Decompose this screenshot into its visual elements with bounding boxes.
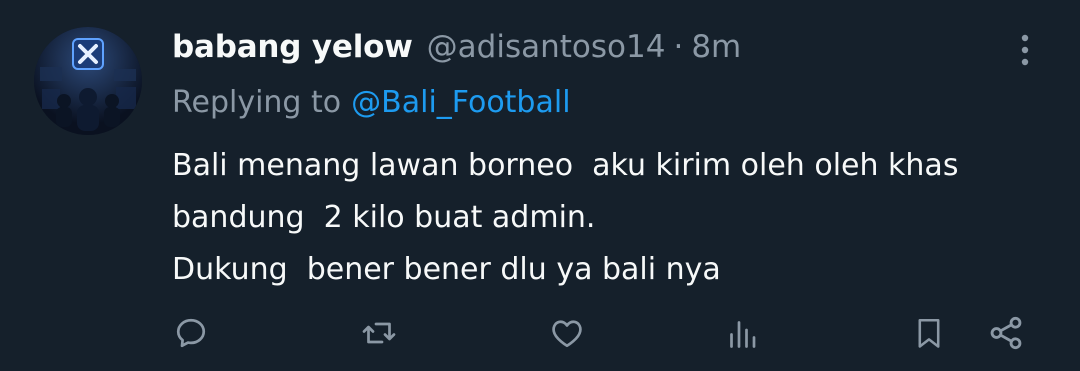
tweet-text-line: Dukung bener bener dlu ya bali nya xyxy=(172,252,721,287)
tweet-text: Bali menang lawan borneo aku kirim oleh … xyxy=(172,140,1062,296)
share-button[interactable] xyxy=(984,308,1028,358)
bookmark-icon xyxy=(918,318,940,348)
reply-button[interactable] xyxy=(169,308,213,358)
tweet-text-line: bandung 2 kilo buat admin. xyxy=(172,200,596,235)
separator-dot: · xyxy=(673,29,684,65)
share-icon xyxy=(990,316,1022,350)
user-handle[interactable]: @adisantoso14 xyxy=(427,29,666,65)
more-options-button[interactable] xyxy=(1010,30,1040,70)
views-button[interactable] xyxy=(720,308,764,358)
x-logo-icon xyxy=(34,27,142,135)
display-name[interactable]: babang yelow xyxy=(172,29,413,65)
retweet-button[interactable] xyxy=(357,308,401,358)
bookmark-button[interactable] xyxy=(907,308,951,358)
like-button[interactable] xyxy=(545,308,589,358)
action-bar xyxy=(0,308,1080,358)
avatar[interactable] xyxy=(34,27,142,135)
retweet-icon xyxy=(362,322,396,344)
replying-to: Replying to @Bali_Football xyxy=(172,80,571,124)
timestamp[interactable]: 8m xyxy=(691,29,741,65)
replying-handle-link[interactable]: @Bali_Football xyxy=(351,85,570,120)
analytics-icon xyxy=(730,321,756,348)
tweet-text-line: Bali menang lawan borneo aku kirim oleh … xyxy=(172,148,959,183)
tweet-card[interactable]: babang yelow @adisantoso14 · 8m Replying… xyxy=(0,0,1080,371)
heart-icon xyxy=(552,320,582,348)
replying-label: Replying to xyxy=(172,84,342,120)
tweet-header: babang yelow @adisantoso14 · 8m xyxy=(172,24,741,70)
more-vertical-icon xyxy=(1021,34,1029,66)
reply-icon xyxy=(176,318,206,348)
